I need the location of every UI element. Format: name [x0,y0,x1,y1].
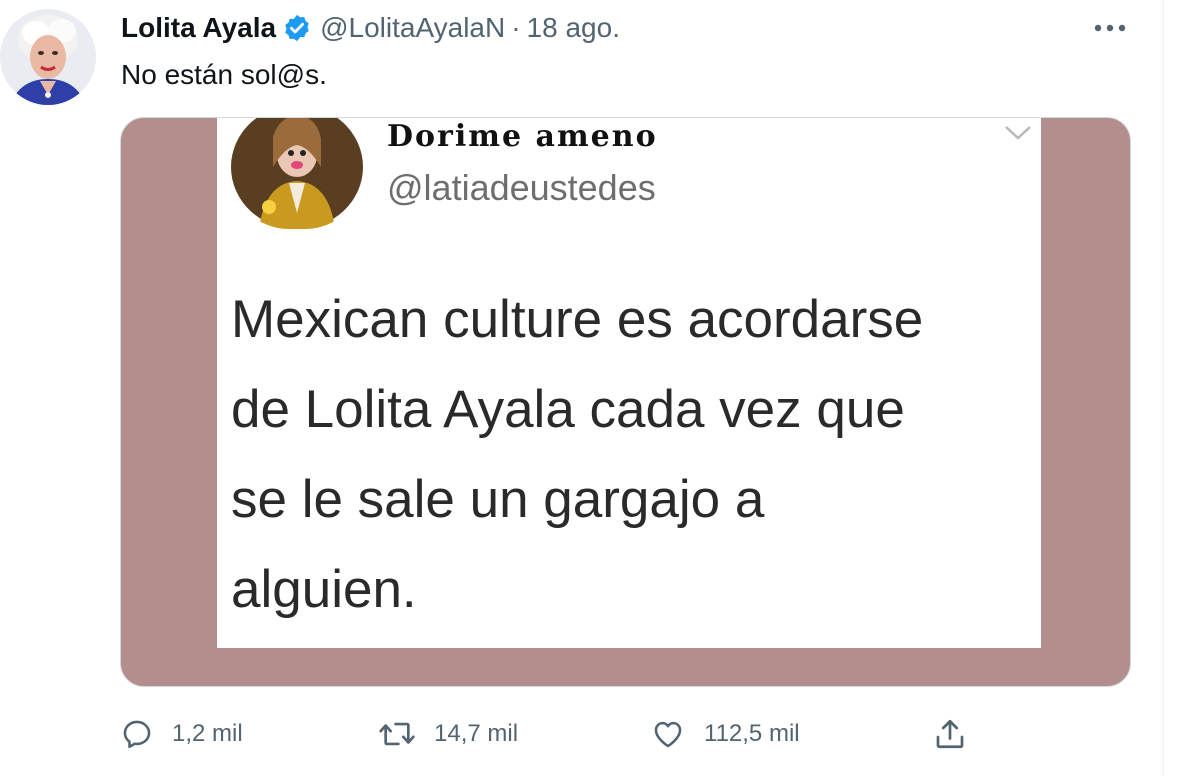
more-options-button[interactable] [1090,12,1130,44]
embedded-display-name: Dorime ameno [387,119,658,154]
retweet-button[interactable]: 14,7 mil [378,712,518,756]
share-button[interactable] [932,712,968,756]
timeline-divider [1163,0,1164,776]
embedded-body-line: se le sale un gargajo a [231,470,765,529]
embedded-avatar [229,118,365,229]
retweet-count: 14,7 mil [434,720,519,747]
heart-icon [654,721,682,748]
tweet-page: Lolita Ayala @LolitaAyalaN · 18 ago. No … [0,0,1182,776]
chevron-down-icon [1005,126,1031,140]
author-avatar[interactable] [0,9,96,105]
tweet-header: Lolita Ayala @LolitaAyalaN · 18 ago. [121,8,620,48]
embedded-handle: @latiadeustedes [387,167,656,208]
embedded-tweet-card: Dorime ameno @latiadeustedes Mexican cul… [217,118,1041,648]
share-icon [936,719,964,749]
separator-dot: · [511,12,521,43]
author-display-name[interactable]: Lolita Ayala [121,8,276,48]
embedded-tweet-body: Mexican culture es acordarse de Lolita A… [231,275,1031,635]
tweet-text: No están sol@s. [121,59,327,90]
retweet-icon [379,722,415,746]
like-button[interactable]: 112,5 mil [650,712,800,756]
like-count: 112,5 mil [704,720,800,747]
reply-icon [123,720,151,749]
tweet-media-image[interactable]: Dorime ameno @latiadeustedes Mexican cul… [120,117,1131,687]
ellipsis-icon [1094,24,1126,32]
reply-count: 1,2 mil [172,720,243,747]
verified-badge-icon [282,13,312,43]
author-handle[interactable]: @LolitaAyalaN [320,8,505,48]
reply-button[interactable]: 1,2 mil [120,712,243,756]
tweet-action-bar: 1,2 mil 14,7 mil 112,5 mil [120,712,980,756]
embedded-body-line: alguien. [231,560,417,619]
tweet-timestamp[interactable]: 18 ago. [527,8,620,48]
embedded-body-line: de Lolita Ayala cada vez que [231,380,905,439]
embedded-body-line: Mexican culture es acordarse [231,290,924,349]
